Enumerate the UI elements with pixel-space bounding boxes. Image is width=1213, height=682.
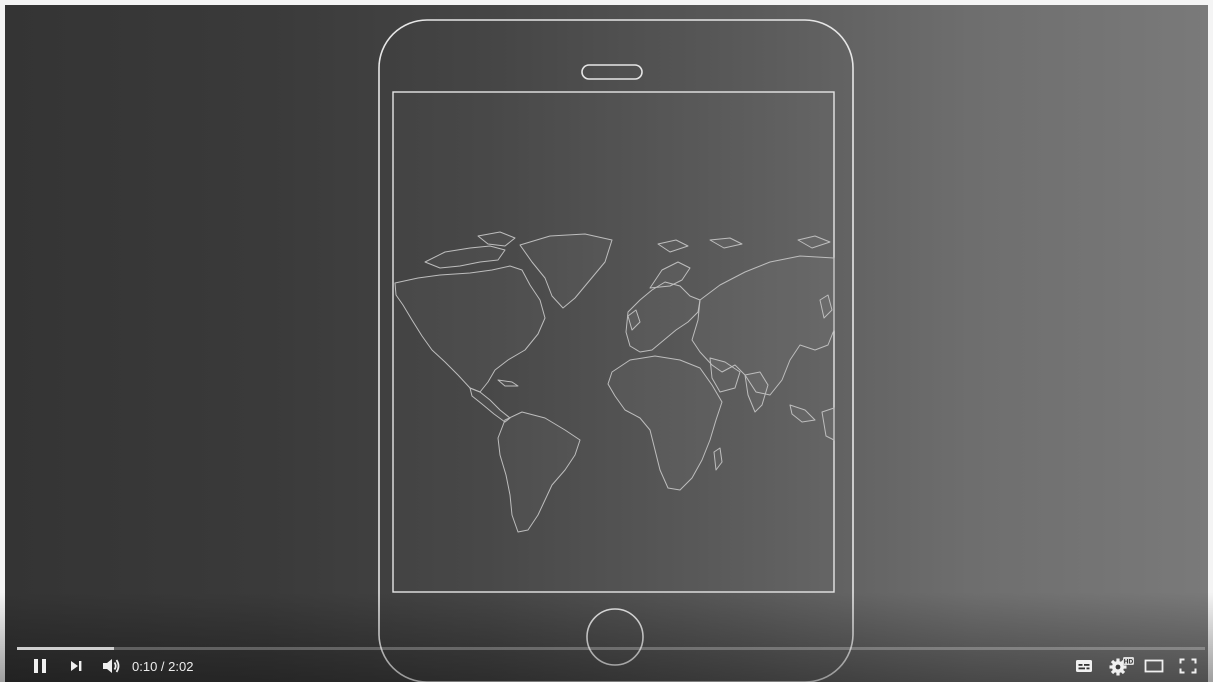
volume-icon — [103, 659, 120, 673]
subtitles-icon — [1076, 660, 1092, 672]
fullscreen-button[interactable] — [1176, 652, 1200, 680]
volume-button[interactable] — [98, 652, 124, 680]
hd-badge: HD — [1124, 659, 1134, 666]
settings-button[interactable]: HD — [1108, 652, 1136, 680]
pause-icon — [34, 659, 46, 673]
progress-played — [17, 647, 115, 650]
time-total: 2:02 — [168, 658, 194, 674]
subtitles-button[interactable] — [1072, 652, 1096, 680]
video-player[interactable]: 0:10 / 2:02 HD — [0, 0, 1213, 682]
play-pause-button[interactable] — [26, 652, 54, 680]
time-separator: / — [157, 658, 169, 674]
control-bar: 0:10 / 2:02 HD — [0, 652, 1213, 682]
fullscreen-icon — [1179, 658, 1197, 674]
next-icon — [71, 661, 82, 671]
theater-mode-button[interactable] — [1142, 652, 1166, 680]
tablet-speaker — [581, 64, 643, 80]
settings-hd-icon: HD — [1109, 657, 1134, 676]
time-display: 0:10 / 2:02 — [132, 652, 193, 680]
video-frame — [378, 19, 854, 682]
progress-bar[interactable] — [17, 647, 1205, 650]
next-button[interactable] — [64, 652, 88, 680]
theater-mode-icon — [1144, 659, 1164, 673]
time-current: 0:10 — [132, 658, 158, 674]
